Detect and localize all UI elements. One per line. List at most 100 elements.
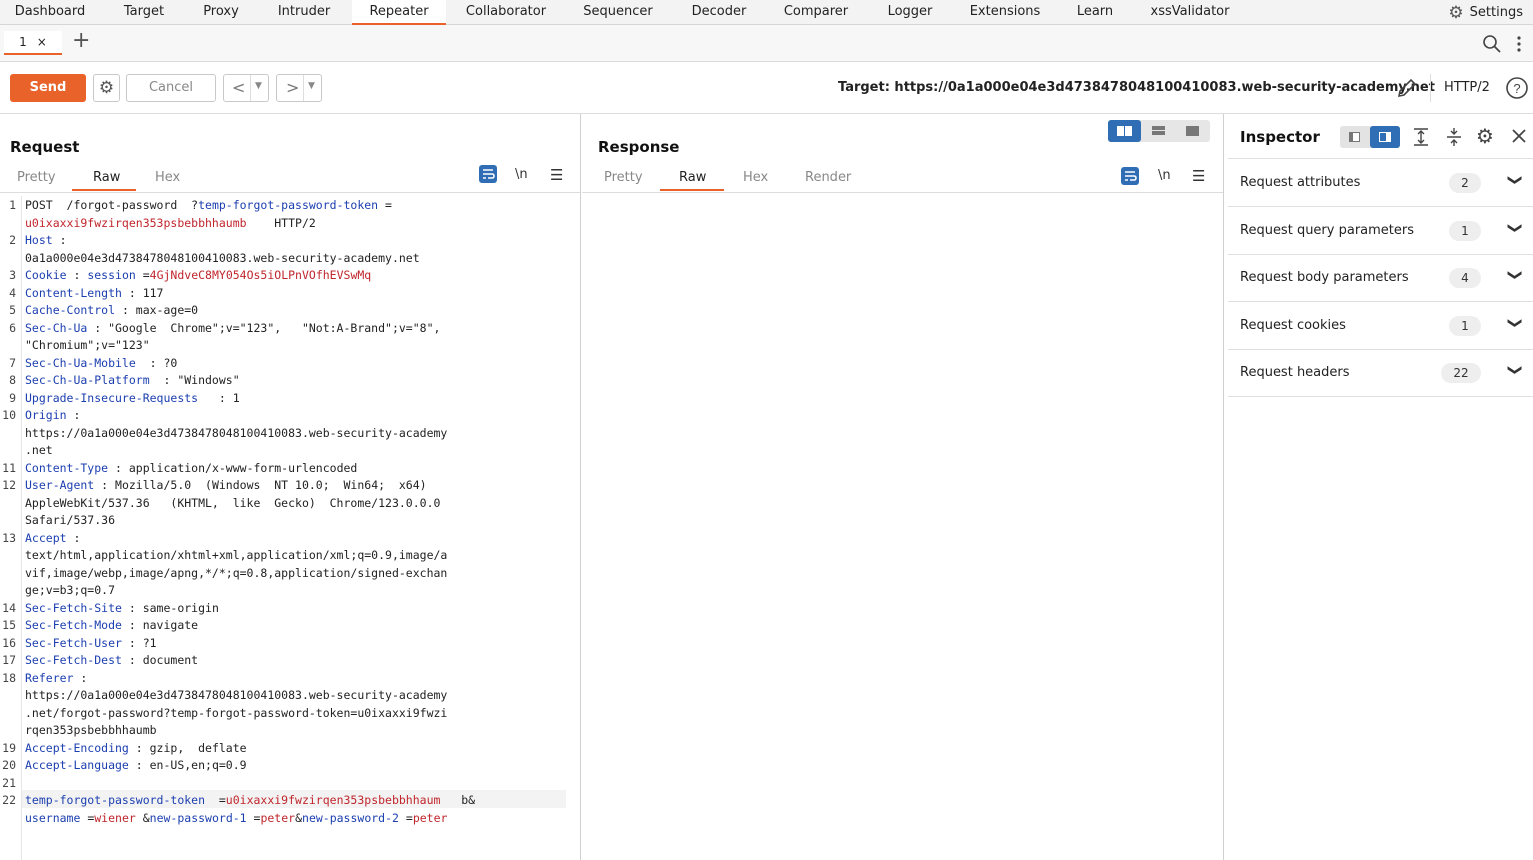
newline-icon[interactable]: \n <box>515 167 528 182</box>
tab-render[interactable]: Render <box>805 170 851 185</box>
nav-tab-logger[interactable]: Logger <box>872 0 948 25</box>
token-key: session <box>87 268 136 282</box>
request-line: Sec-Ch-Ua : "Google Chrome";v="123", "No… <box>25 321 440 335</box>
tab-raw[interactable]: Raw <box>679 170 706 185</box>
token-value: peter <box>412 810 448 825</box>
inspector-section-query-parameters[interactable]: Request query parameters 1 ❯ <box>1228 208 1533 255</box>
token-text: & <box>135 810 150 825</box>
newline-icon[interactable]: \n <box>1158 168 1171 183</box>
token-key: new-password-1 <box>149 810 247 825</box>
token-text: : 117 <box>121 285 164 300</box>
tab-pretty[interactable]: Pretty <box>604 170 643 185</box>
line-number: 2 <box>9 233 16 247</box>
token-key: Content-Type <box>25 460 109 475</box>
token-text: : gzip, deflate <box>128 740 247 755</box>
layout-tabs-button[interactable] <box>1176 120 1209 142</box>
line-number: 16 <box>2 635 16 650</box>
nav-tab-collaborator[interactable]: Collaborator <box>452 0 560 25</box>
chevron-down-icon: ▼ <box>308 81 315 91</box>
line-number: 9 <box>9 390 16 405</box>
history-forward-button[interactable]: > ▼ <box>276 74 322 102</box>
count-badge: 4 <box>1449 268 1481 288</box>
token-text: https://0a1a000e04e3d4738478048100410083… <box>25 425 448 440</box>
section-label: Request query parameters <box>1240 223 1415 238</box>
nav-tab-decoder[interactable]: Decoder <box>678 0 760 25</box>
token-text: = <box>205 793 226 807</box>
token-text: vif,image/webp,image/apng,*/*;q=0.8,appl… <box>25 565 448 580</box>
http-version-label[interactable]: HTTP/2 <box>1444 80 1490 95</box>
nav-tab-target[interactable]: Target <box>104 0 184 25</box>
request-line: .net/forgot-password?temp-forgot-passwor… <box>25 706 447 720</box>
nav-tab-repeater[interactable]: Repeater <box>352 0 446 25</box>
layout-stacked-button[interactable] <box>1142 120 1175 142</box>
layout-side-by-side-button[interactable] <box>1108 120 1141 142</box>
token-value: u0ixaxxi9fwzirqen353psbebbhhaumb <box>25 215 247 230</box>
token-text: b& <box>440 793 476 807</box>
help-icon[interactable]: ? <box>1505 76 1529 100</box>
active-tab-underline <box>660 189 724 191</box>
cancel-button[interactable]: Cancel <box>126 74 216 102</box>
repeater-tab-1[interactable]: 1 × <box>4 31 62 55</box>
tab-hex[interactable]: Hex <box>155 170 180 185</box>
token-key: Sec-Fetch-Dest <box>25 653 122 667</box>
token-text: : ?0 <box>135 355 178 370</box>
inspector-dock-left-button[interactable] <box>1340 126 1369 148</box>
plus-icon[interactable]: + <box>72 28 90 53</box>
response-editor[interactable] <box>582 194 1223 860</box>
line-number: 3 <box>9 268 16 282</box>
tab-hex[interactable]: Hex <box>743 170 768 185</box>
nav-tab-xssvalidator[interactable]: xssValidator <box>1138 0 1242 25</box>
wrap-icon[interactable] <box>478 164 498 184</box>
nav-tab-intruder[interactable]: Intruder <box>262 0 346 25</box>
more-icon[interactable] <box>1515 34 1523 54</box>
token-key: new-password-2 <box>302 810 399 825</box>
token-text: : application/x-www-form-urlencoded <box>108 460 358 475</box>
chevron-down-icon: ▼ <box>255 81 262 91</box>
tab-pretty[interactable]: Pretty <box>17 170 56 185</box>
token-text: : "Google Chrome";v="123", "Not:A-Brand"… <box>87 320 441 335</box>
request-line: Sec-Fetch-User : ?1 <box>25 636 157 650</box>
collapse-icon[interactable] <box>1445 126 1463 148</box>
settings-gear-icon[interactable]: ⚙ <box>1476 124 1494 148</box>
line-number: 17 <box>2 653 16 667</box>
token-key: Accept <box>25 530 67 545</box>
token-text: Safari/537.36 <box>25 513 116 527</box>
token-key: Content-Length <box>25 285 122 300</box>
nav-tab-dashboard[interactable]: Dashboard <box>0 0 100 25</box>
token-key: Origin <box>25 408 67 422</box>
history-back-button[interactable]: < ▼ <box>223 74 269 102</box>
close-icon[interactable] <box>1510 127 1528 145</box>
count-badge: 1 <box>1449 221 1481 241</box>
request-settings-button[interactable]: ⚙ <box>93 74 120 102</box>
chevron-down-icon: ❯ <box>1507 222 1524 234</box>
close-icon[interactable]: × <box>37 35 47 49</box>
nav-tab-learn[interactable]: Learn <box>1062 0 1128 25</box>
request-line: Upgrade-Insecure-Requests : 1 <box>25 391 240 405</box>
line-number: 6 <box>9 320 16 335</box>
send-button[interactable]: Send <box>10 74 86 102</box>
nav-tab-comparer[interactable]: Comparer <box>770 0 862 25</box>
layout-toggle-group <box>1108 120 1210 142</box>
menu-icon[interactable]: ☰ <box>550 166 563 184</box>
tab-raw[interactable]: Raw <box>93 170 120 185</box>
menu-icon[interactable]: ☰ <box>1192 167 1205 185</box>
line-number: 18 <box>2 670 16 685</box>
inspector-section-body-parameters[interactable]: Request body parameters 4 ❯ <box>1228 255 1533 302</box>
expand-icon[interactable] <box>1412 126 1430 148</box>
pencil-icon[interactable] <box>1395 76 1419 100</box>
inspector-section-request-attributes[interactable]: Request attributes 2 ❯ <box>1228 160 1533 207</box>
token-text: rqen353psbebbhhaumb <box>25 723 157 737</box>
inspector-section-cookies[interactable]: Request cookies 1 ❯ <box>1228 303 1533 350</box>
search-icon[interactable] <box>1482 34 1502 54</box>
token-text: POST /forgot-password ? <box>25 198 199 212</box>
inspector-panel: Inspector ⚙ Request attributes 2 ❯ Reque… <box>1226 114 1533 860</box>
wrap-icon[interactable] <box>1120 166 1140 186</box>
nav-tab-extensions[interactable]: Extensions <box>958 0 1052 25</box>
inspector-section-headers[interactable]: Request headers 22 ❯ <box>1228 350 1533 397</box>
settings-button[interactable]: ⚙ Settings <box>1448 0 1523 25</box>
token-text: https://0a1a000e04e3d4738478048100410083… <box>25 688 448 702</box>
response-pane: Response Pretty Raw Hex Render \n ☰ <box>582 114 1224 860</box>
inspector-dock-right-button[interactable] <box>1370 126 1400 148</box>
nav-tab-proxy[interactable]: Proxy <box>186 0 256 25</box>
nav-tab-sequencer[interactable]: Sequencer <box>566 0 670 25</box>
